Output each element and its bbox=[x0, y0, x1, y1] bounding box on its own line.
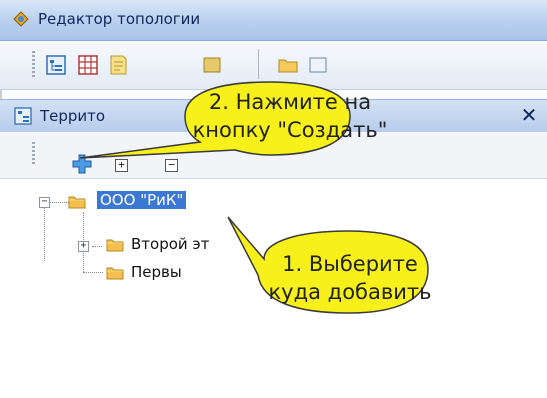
toolbar-grip[interactable] bbox=[32, 51, 35, 79]
tree-node-child[interactable]: Второй эт bbox=[131, 235, 209, 253]
folder-icon bbox=[106, 267, 124, 280]
callout-step1-line1: 1. Выберите bbox=[282, 252, 418, 276]
callout-step1-text: 1. Выберите куда добавить bbox=[260, 250, 440, 306]
territory-panel-icon bbox=[14, 107, 32, 125]
tree-line bbox=[44, 205, 45, 261]
tree-toolbar-grip[interactable] bbox=[32, 142, 35, 164]
callout-step2-text: 2. Нажмите на кнопку "Создать" bbox=[190, 88, 390, 144]
tree-line bbox=[49, 202, 69, 203]
tree-node-root[interactable]: ООО "РиК" bbox=[95, 190, 188, 210]
title-bar: Редактор топологии bbox=[0, 0, 547, 41]
callout-step2-line1: 2. Нажмите на bbox=[208, 90, 372, 114]
window-title: Редактор топологии bbox=[38, 10, 201, 28]
tree-line bbox=[92, 246, 102, 247]
topology-app-icon bbox=[13, 11, 29, 27]
callout-step1-line2: куда добавить bbox=[268, 280, 432, 304]
root-collapse-toggle[interactable]: − bbox=[39, 197, 50, 208]
callout-step2-line2: кнопку "Создать" bbox=[192, 118, 388, 142]
folder-icon bbox=[106, 239, 124, 252]
child-expand-toggle[interactable]: + bbox=[78, 241, 89, 252]
tree-node-child[interactable]: Первы bbox=[131, 263, 182, 281]
panel-close-button[interactable]: ✕ bbox=[518, 103, 540, 127]
folder-icon bbox=[68, 196, 86, 209]
tree-line bbox=[83, 272, 103, 273]
